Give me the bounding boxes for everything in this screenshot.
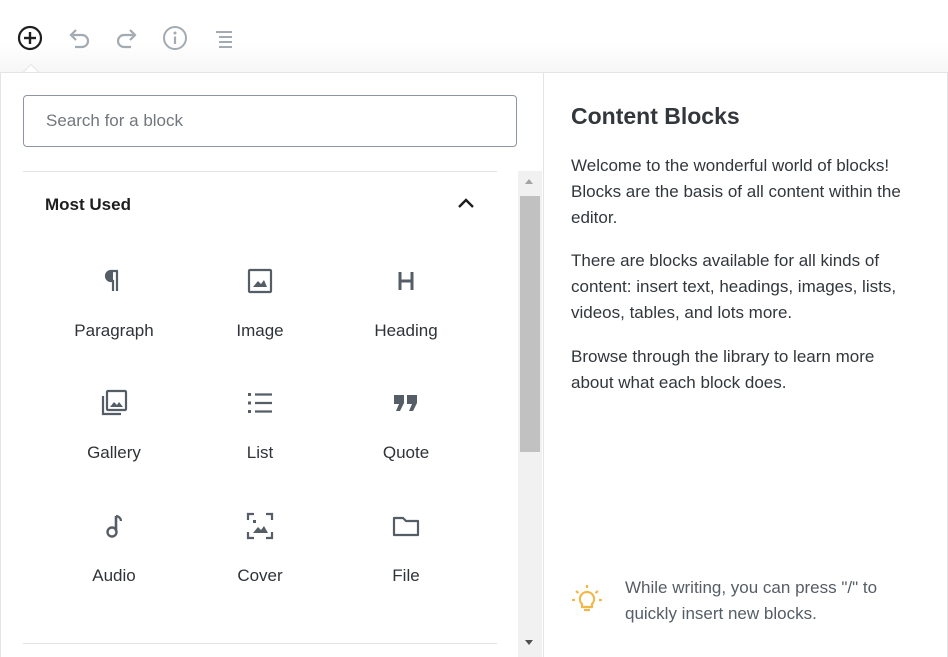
redo-icon bbox=[116, 29, 137, 49]
redo-button[interactable] bbox=[109, 20, 145, 56]
block-item-audio[interactable]: Audio bbox=[41, 500, 187, 600]
block-label: Image bbox=[236, 321, 284, 340]
chevron-up-icon bbox=[458, 198, 474, 208]
inserter-main: Most Used Paragraph bbox=[1, 73, 543, 657]
block-label: Quote bbox=[382, 443, 430, 462]
block-search-input[interactable] bbox=[23, 95, 517, 147]
block-inserter-popover: Most Used Paragraph bbox=[0, 72, 948, 657]
audio-icon bbox=[100, 512, 128, 540]
help-paragraph: Browse through the library to learn more… bbox=[571, 347, 875, 392]
help-paragraph: Welcome to the wonderful world of blocks… bbox=[571, 156, 901, 227]
heading-icon bbox=[392, 267, 420, 295]
undo-icon bbox=[69, 29, 90, 49]
block-navigation-icon bbox=[216, 31, 232, 48]
block-label: Heading bbox=[374, 321, 438, 340]
help-tip: While writing, you can press "/" to quic… bbox=[571, 575, 931, 635]
block-item-file[interactable]: File bbox=[333, 500, 479, 600]
block-label: Gallery bbox=[87, 443, 141, 462]
info-icon bbox=[163, 26, 187, 50]
block-label: List bbox=[246, 443, 274, 462]
lightbulb-icon bbox=[572, 585, 602, 612]
panel-title-most-used[interactable]: Most Used bbox=[45, 195, 131, 215]
block-item-gallery[interactable]: Gallery bbox=[41, 377, 187, 477]
info-button[interactable] bbox=[157, 20, 193, 56]
list-icon bbox=[246, 389, 274, 417]
scroll-up-arrow-icon[interactable] bbox=[525, 179, 533, 184]
file-icon bbox=[392, 512, 420, 540]
block-item-list[interactable]: List bbox=[187, 377, 333, 477]
quote-icon bbox=[392, 389, 420, 417]
undo-button[interactable] bbox=[61, 20, 97, 56]
block-item-paragraph[interactable]: Paragraph bbox=[41, 255, 187, 355]
block-item-heading[interactable]: Heading bbox=[333, 255, 479, 355]
help-title: Content Blocks bbox=[571, 103, 740, 129]
add-block-button[interactable] bbox=[12, 20, 48, 56]
editor-toolbar bbox=[0, 0, 948, 72]
panel-toggle-button[interactable] bbox=[453, 191, 479, 217]
block-label: Audio bbox=[92, 566, 136, 585]
block-label: Cover bbox=[237, 566, 283, 585]
help-paragraph: There are blocks available for all kinds… bbox=[571, 251, 897, 322]
plus-circle-icon bbox=[17, 25, 43, 51]
paragraph-icon bbox=[100, 267, 128, 295]
tip-text: While writing, you can press "/" to quic… bbox=[625, 578, 878, 623]
block-item-image[interactable]: Image bbox=[187, 255, 333, 355]
block-label: File bbox=[392, 566, 420, 585]
image-icon bbox=[246, 267, 274, 295]
block-item-quote[interactable]: Quote bbox=[333, 377, 479, 477]
divider bbox=[23, 171, 497, 172]
help-panel: Content Blocks Welcome to the wonderful … bbox=[544, 73, 947, 657]
cover-icon bbox=[246, 512, 274, 540]
divider bbox=[23, 643, 497, 644]
scrollbar-thumb[interactable] bbox=[520, 196, 540, 452]
block-list-scrollbar[interactable] bbox=[518, 171, 542, 657]
block-item-cover[interactable]: Cover bbox=[187, 500, 333, 600]
gallery-icon bbox=[100, 389, 128, 417]
block-label: Paragraph bbox=[74, 321, 154, 340]
scroll-down-arrow-icon[interactable] bbox=[525, 640, 533, 645]
block-navigation-button[interactable] bbox=[206, 20, 242, 56]
